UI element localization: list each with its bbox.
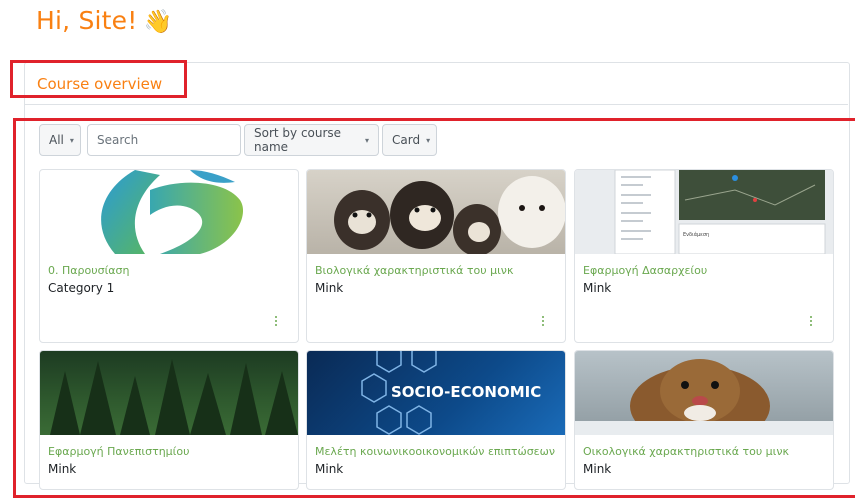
highlight-box-content bbox=[13, 118, 855, 498]
highlight-box-title bbox=[10, 60, 187, 98]
greeting-heading: Hi, Site! 👋 bbox=[36, 6, 172, 35]
greeting-text: Hi, Site! bbox=[36, 6, 138, 35]
wave-emoji-icon: 👋 bbox=[143, 9, 173, 35]
